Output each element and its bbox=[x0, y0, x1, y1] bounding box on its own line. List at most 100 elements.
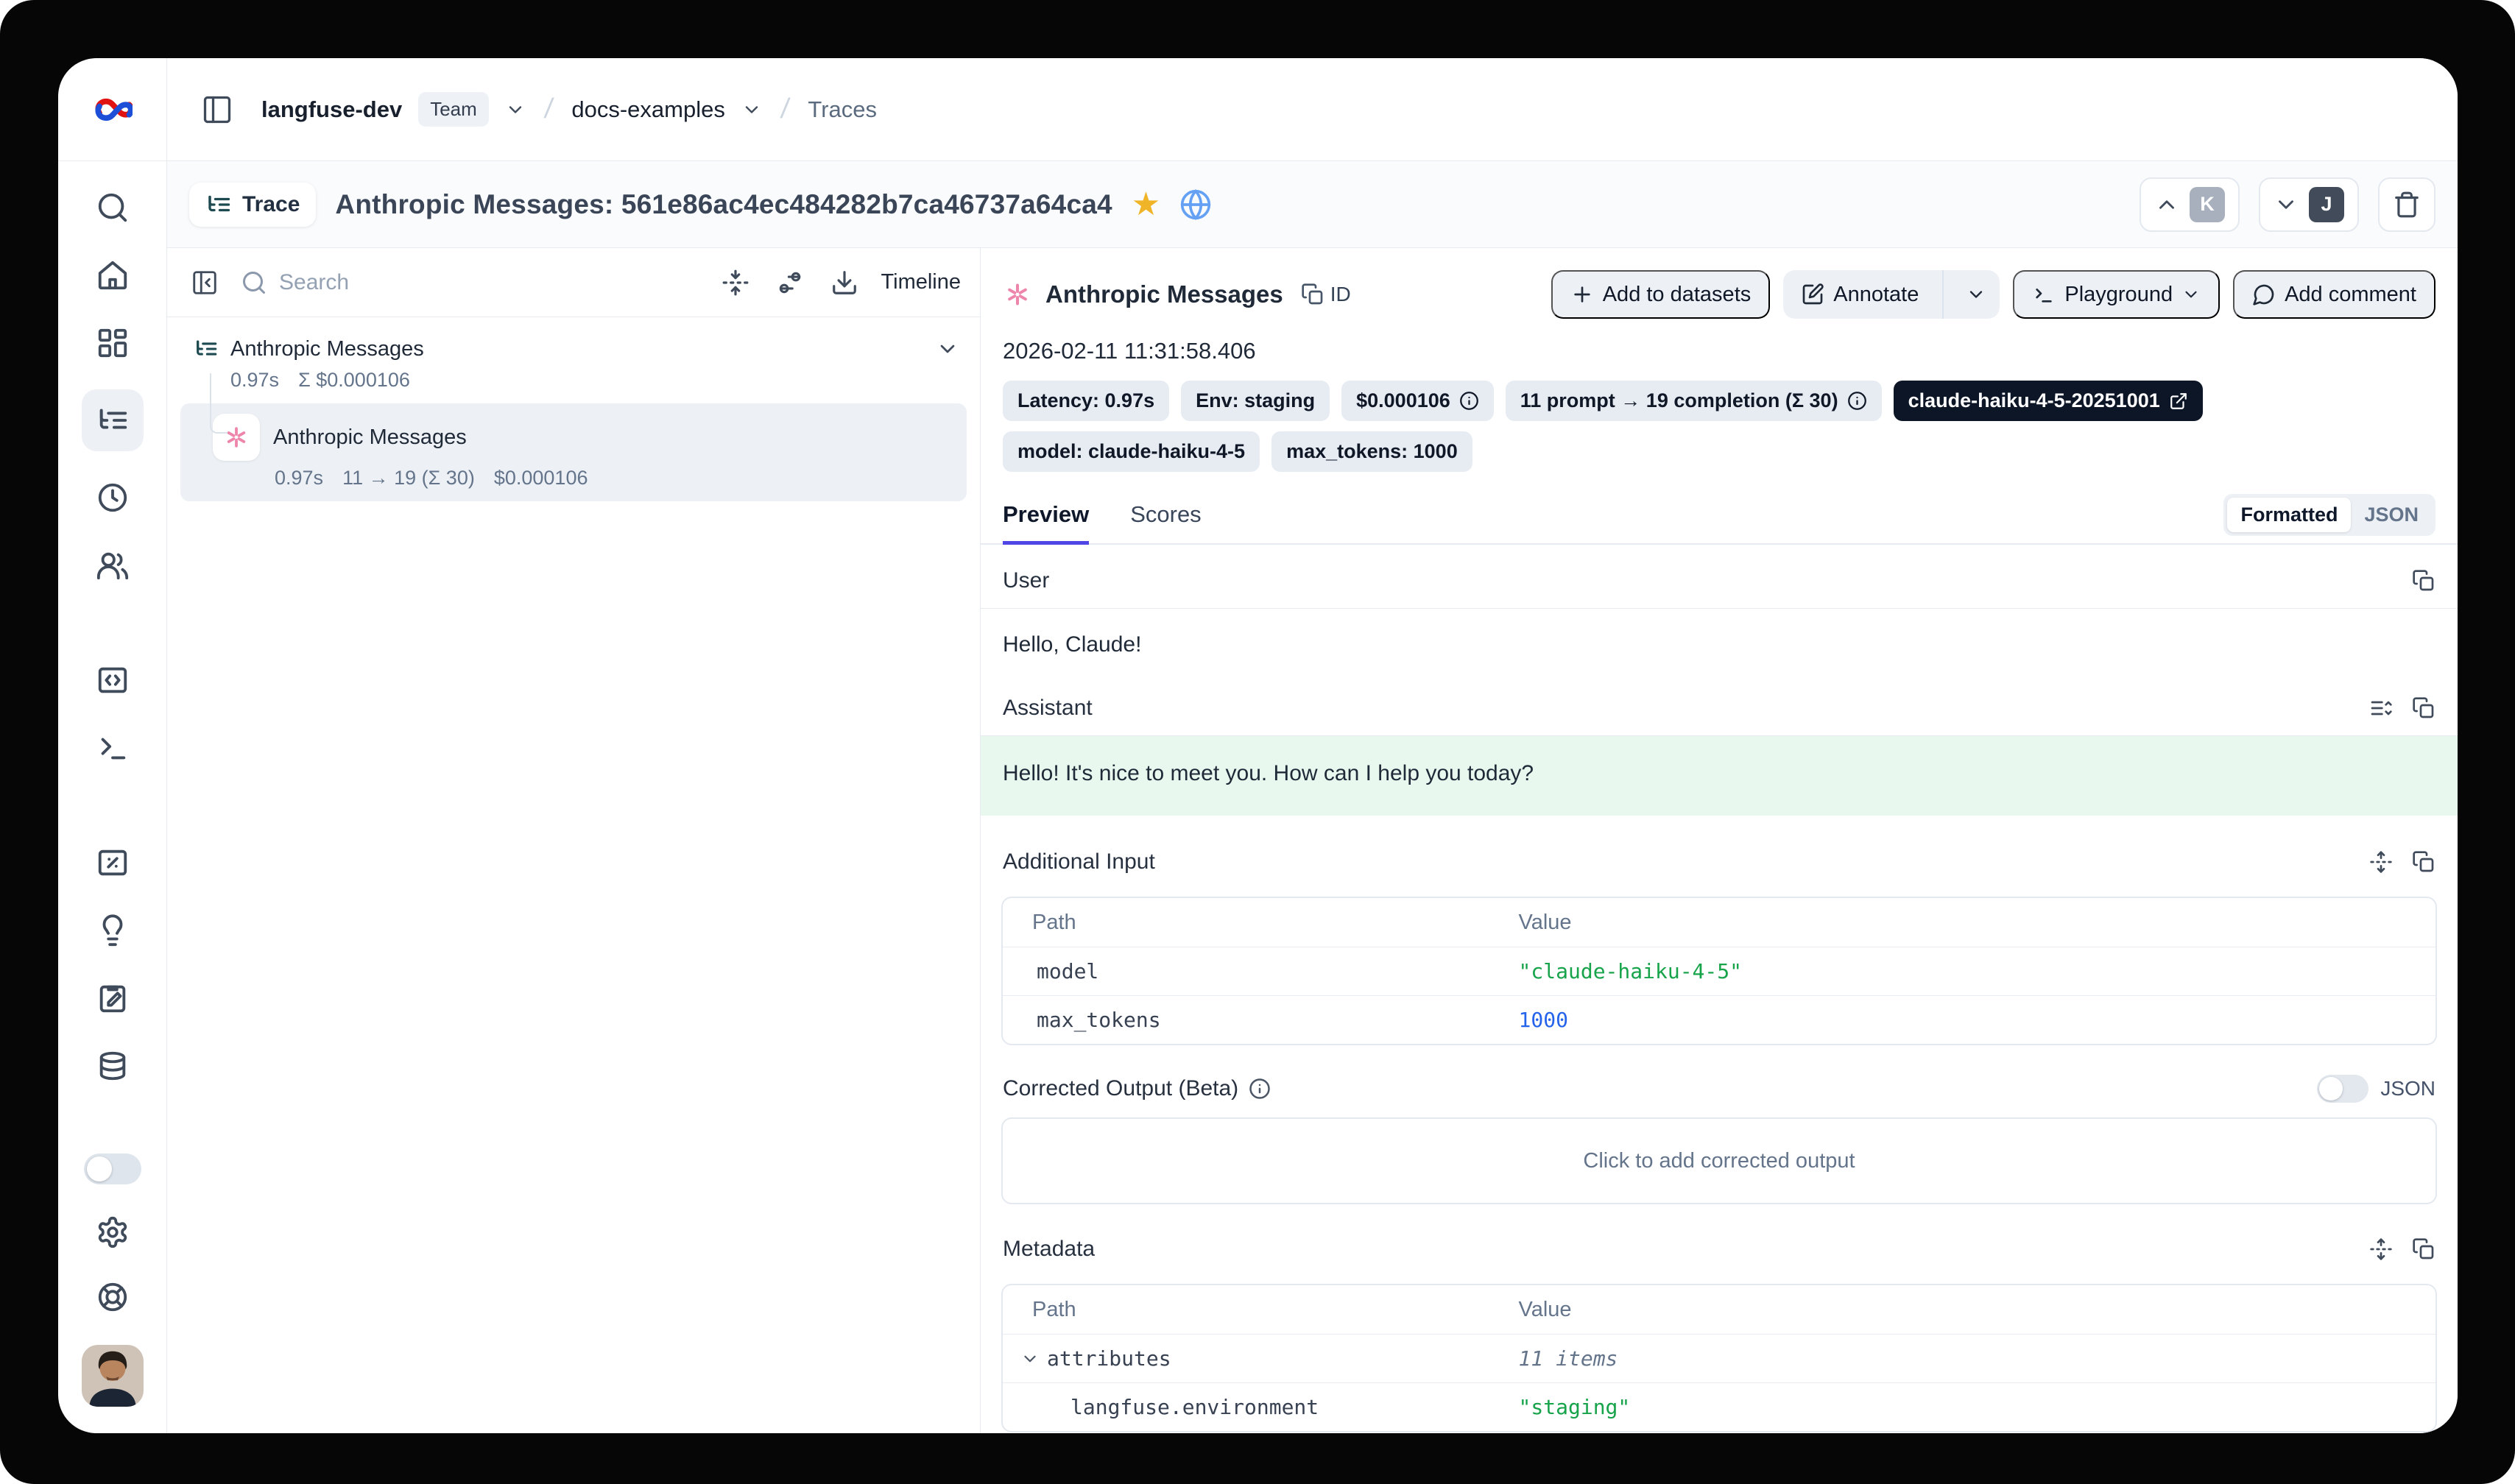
chevron-down-icon[interactable] bbox=[936, 337, 959, 361]
sidebar-item-evaluators[interactable] bbox=[82, 900, 144, 961]
preview-scroll-area[interactable]: User Hello, Claude! Assistant bbox=[981, 545, 2458, 1433]
user-section-header: User bbox=[1001, 545, 2437, 608]
users-icon bbox=[96, 548, 130, 582]
timeline-toggle[interactable]: Timeline bbox=[881, 270, 961, 294]
sidebar-item-annotation-queues[interactable] bbox=[82, 967, 144, 1029]
token-usage-badge[interactable]: 11 prompt → 19 completion (Σ 30) bbox=[1506, 381, 1882, 421]
copy-icon[interactable] bbox=[2412, 569, 2435, 593]
breadcrumb-project[interactable]: langfuse-dev bbox=[261, 96, 402, 123]
tab-preview[interactable]: Preview bbox=[1003, 501, 1089, 545]
copy-id-button[interactable]: ID bbox=[1301, 283, 1351, 306]
sidebar-item-support[interactable] bbox=[82, 1266, 144, 1328]
table-row[interactable]: langfuse.environment "staging" bbox=[1003, 1382, 2435, 1431]
info-icon[interactable] bbox=[1249, 1078, 1271, 1100]
tree-item-trace-root[interactable]: Anthropic Messages 0.97s Σ $0.000106 bbox=[167, 329, 980, 400]
unfold-vertical-icon[interactable] bbox=[2369, 1237, 2393, 1261]
download-icon[interactable] bbox=[826, 264, 863, 301]
annotate-button[interactable]: Annotate bbox=[1783, 270, 1933, 319]
assistant-heading: Assistant bbox=[1003, 696, 1093, 721]
sidebar-item-scores[interactable] bbox=[82, 832, 144, 894]
sidebar-item-settings[interactable] bbox=[82, 1201, 144, 1263]
breadcrumb-page[interactable]: Traces bbox=[808, 96, 877, 123]
trace-header: Trace Anthropic Messages: 561e86ac4ec484… bbox=[167, 161, 2458, 248]
playground-button[interactable]: Playground bbox=[2013, 270, 2220, 319]
playground-label: Playground bbox=[2064, 283, 2173, 307]
table-header-row: Path Value bbox=[1003, 898, 2435, 947]
globe-icon[interactable] bbox=[1179, 188, 1212, 221]
additional-input-header: Additional Input bbox=[1001, 816, 2437, 889]
add-comment-button[interactable]: Add comment bbox=[2233, 270, 2435, 319]
dark-mode-toggle[interactable] bbox=[84, 1153, 141, 1184]
table-row[interactable]: attributes 11 items bbox=[1003, 1334, 2435, 1382]
sidebar-item-home[interactable] bbox=[82, 244, 144, 306]
metadata-table: Path Value attributes 11 items langfuse.… bbox=[1001, 1284, 2437, 1432]
chevron-down-icon[interactable] bbox=[1020, 1349, 1040, 1368]
trace-badge-label: Trace bbox=[242, 192, 300, 217]
copy-icon[interactable] bbox=[2412, 696, 2435, 720]
panel-collapse-icon[interactable] bbox=[186, 264, 223, 301]
sidebar-item-search[interactable] bbox=[82, 177, 144, 239]
chevron-down-icon[interactable] bbox=[741, 99, 762, 120]
tree-root-latency: 0.97s bbox=[230, 369, 279, 392]
corrected-output-json-toggle[interactable] bbox=[2317, 1075, 2368, 1103]
langfuse-logo-icon[interactable] bbox=[93, 90, 133, 130]
sidebar-item-playground[interactable] bbox=[82, 717, 144, 779]
sidebar-item-sessions[interactable] bbox=[82, 467, 144, 529]
add-comment-label: Add comment bbox=[2285, 283, 2416, 307]
delete-trace-button[interactable] bbox=[2378, 177, 2435, 232]
id-label: ID bbox=[1330, 283, 1351, 306]
sidebar-item-tracing[interactable] bbox=[82, 389, 144, 451]
copy-icon[interactable] bbox=[2412, 850, 2435, 874]
corrected-output-box[interactable]: Click to add corrected output bbox=[1001, 1117, 2437, 1204]
table-row[interactable]: model "claude-haiku-4-5" bbox=[1003, 947, 2435, 995]
format-option-formatted[interactable]: Formatted bbox=[2227, 498, 2351, 532]
star-icon[interactable]: ★ bbox=[1132, 188, 1160, 221]
chevron-down-icon bbox=[2274, 192, 2299, 217]
tree-child-latency: 0.97s bbox=[275, 467, 323, 490]
format-option-json[interactable]: JSON bbox=[2351, 498, 2432, 532]
file-code-icon bbox=[96, 663, 130, 697]
plus-icon bbox=[1570, 283, 1594, 306]
cost-badge[interactable]: $0.000106 bbox=[1341, 381, 1494, 421]
tab-scores[interactable]: Scores bbox=[1130, 501, 1201, 545]
trace-tree: Anthropic Messages 0.97s Σ $0.000106 bbox=[167, 317, 980, 501]
sidebar bbox=[58, 58, 167, 1433]
toggle-knob bbox=[87, 1156, 112, 1181]
row-value: 11 items bbox=[1519, 1335, 2435, 1382]
next-trace-button[interactable]: J bbox=[2259, 177, 2359, 232]
row-value: 1000 bbox=[1519, 996, 2435, 1044]
terminal-icon bbox=[2032, 283, 2056, 306]
copy-icon[interactable] bbox=[2412, 1237, 2435, 1261]
corrected-output-header: Corrected Output (Beta) JSON bbox=[1001, 1045, 2437, 1117]
breadcrumb-environment[interactable]: docs-examples bbox=[571, 96, 724, 123]
list-collapse-icon[interactable] bbox=[2369, 696, 2393, 720]
chevron-down-icon[interactable] bbox=[505, 99, 526, 120]
tree-root-title: Anthropic Messages bbox=[230, 337, 424, 361]
env-badge: Env: staging bbox=[1181, 381, 1330, 421]
sidebar-item-prompts[interactable] bbox=[82, 649, 144, 711]
detail-tabs: Preview Scores Formatted JSON bbox=[981, 472, 2458, 545]
model-link-badge[interactable]: claude-haiku-4-5-20251001 bbox=[1894, 381, 2203, 421]
chevron-down-icon bbox=[2181, 285, 2201, 304]
row-value: "staging" bbox=[1519, 1383, 2435, 1431]
shortcut-key-j: J bbox=[2309, 187, 2344, 222]
sidebar-item-dashboards[interactable] bbox=[82, 312, 144, 374]
list-tree-icon bbox=[96, 403, 130, 437]
view-settings-icon[interactable] bbox=[772, 264, 808, 301]
user-avatar[interactable] bbox=[82, 1345, 144, 1407]
fold-vertical-icon[interactable] bbox=[717, 264, 754, 301]
column-value: Value bbox=[1519, 1286, 2435, 1334]
column-path: Path bbox=[1003, 1286, 1519, 1334]
table-row[interactable]: max_tokens 1000 bbox=[1003, 995, 2435, 1044]
unfold-vertical-icon[interactable] bbox=[2369, 850, 2393, 874]
panel-left-icon[interactable] bbox=[198, 91, 236, 129]
dashboard-grid-icon bbox=[96, 326, 130, 360]
previous-trace-button[interactable]: K bbox=[2140, 177, 2240, 232]
sidebar-item-datasets[interactable] bbox=[82, 1035, 144, 1097]
sidebar-item-users[interactable] bbox=[82, 534, 144, 596]
search-input[interactable]: Search bbox=[241, 269, 699, 296]
trace-type-badge: Trace bbox=[189, 183, 316, 227]
tree-item-generation-selected[interactable]: Anthropic Messages 0.97s 11 → 19 (Σ 30) … bbox=[180, 403, 967, 501]
add-to-datasets-button[interactable]: Add to datasets bbox=[1551, 270, 1771, 319]
annotate-dropdown-button[interactable] bbox=[1953, 270, 2000, 319]
